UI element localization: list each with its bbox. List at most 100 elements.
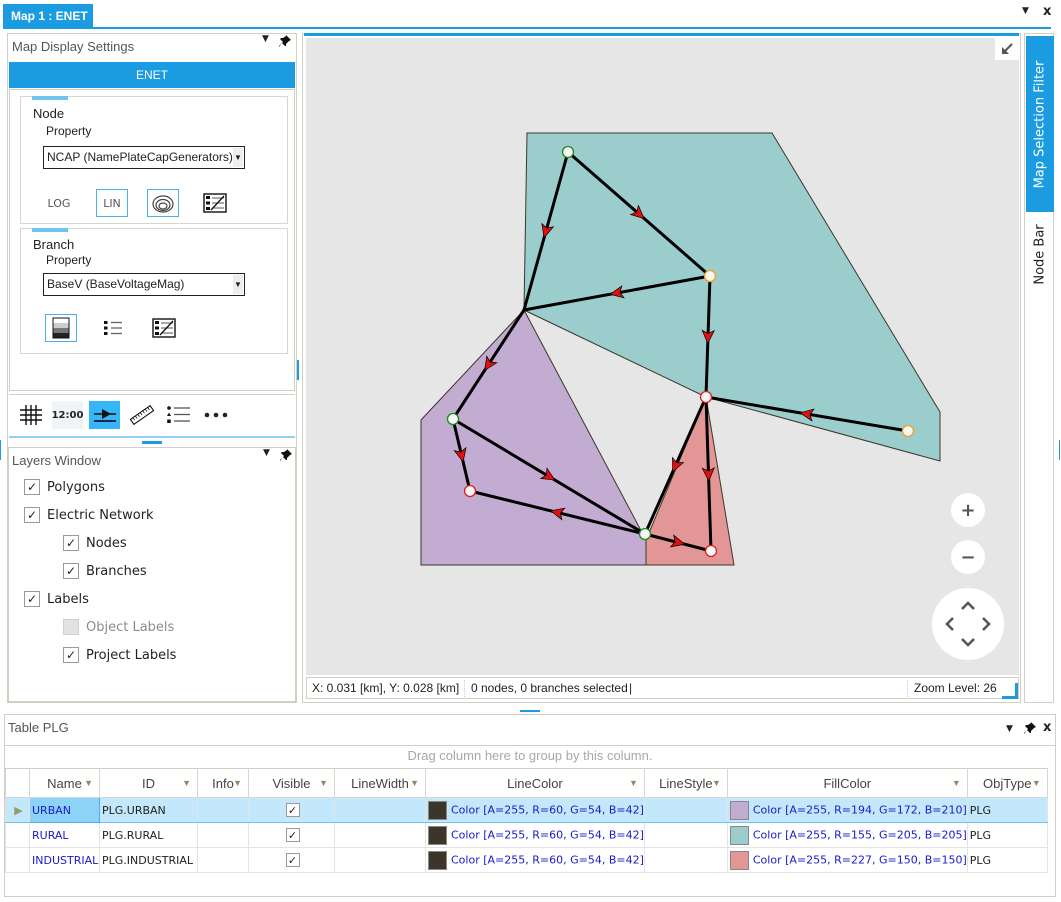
cell-id[interactable]: PLG.URBAN bbox=[99, 797, 198, 823]
legend-button[interactable] bbox=[163, 401, 194, 429]
zoom-out-button[interactable]: − bbox=[951, 540, 985, 574]
document-tab-map1[interactable]: Map 1 : ENET bbox=[3, 4, 93, 28]
horizontal-splitter-grip[interactable] bbox=[142, 441, 162, 444]
network-node[interactable] bbox=[703, 269, 717, 283]
row-indicator[interactable]: ▶ bbox=[5, 797, 30, 823]
cell-info[interactable] bbox=[197, 822, 249, 848]
visible-checkbox[interactable]: ✓ bbox=[285, 803, 300, 817]
tab-node-bar[interactable]: Node Bar bbox=[1026, 214, 1054, 294]
node-property-dropdown[interactable]: NCAP (NamePlateCapGenerators) ▼ bbox=[43, 146, 245, 169]
column-header-visible[interactable]: Visible ▼ bbox=[248, 768, 335, 798]
cell-id[interactable]: PLG.RURAL bbox=[99, 822, 198, 848]
cell-name[interactable]: URBAN bbox=[29, 797, 100, 823]
cell-line-color[interactable]: Color [A=255, R=60, G=54, B=42] bbox=[425, 847, 645, 873]
cell-fill-color[interactable]: Color [A=255, R=194, G=172, B=210] bbox=[726, 797, 968, 823]
network-node[interactable] bbox=[638, 527, 652, 541]
resize-grip[interactable] bbox=[1002, 683, 1018, 699]
cell-id[interactable]: PLG.INDUSTRIAL bbox=[99, 847, 198, 873]
table-row[interactable]: INDUSTRIAL PLG.INDUSTRIAL ✓ Color [A=255, R… bbox=[5, 847, 1048, 873]
map-canvas[interactable] bbox=[306, 38, 1019, 675]
horizontal-splitter-grip[interactable] bbox=[520, 710, 540, 712]
close-icon[interactable]: x bbox=[1043, 720, 1051, 735]
cell-visible[interactable]: ✓ bbox=[248, 822, 335, 848]
cell-line-color[interactable]: Color [A=255, R=60, G=54, B=42] bbox=[425, 797, 645, 823]
cell-name[interactable]: RURAL bbox=[29, 822, 100, 848]
layer-item[interactable]: ✓ Labels bbox=[24, 591, 89, 607]
cell-fill-color[interactable]: Color [A=255, R=227, G=150, B=150] bbox=[726, 847, 968, 873]
filter-icon[interactable]: ▼ bbox=[233, 778, 242, 788]
layer-checkbox[interactable]: ✓ bbox=[63, 647, 79, 663]
panel-menu-icon[interactable]: ▼ bbox=[262, 34, 269, 44]
cell-line-style[interactable] bbox=[643, 822, 728, 848]
filter-icon[interactable]: ▼ bbox=[712, 778, 721, 788]
polygon-industrial[interactable] bbox=[645, 395, 735, 566]
column-header-linestyle[interactable]: LineStyle ▼ bbox=[643, 768, 728, 798]
cell-line-color[interactable]: Color [A=255, R=60, G=54, B=42] bbox=[425, 822, 645, 848]
layer-checkbox[interactable]: ✓ bbox=[63, 535, 79, 551]
polygon-rural[interactable] bbox=[523, 132, 941, 462]
layer-item[interactable]: ✓ Nodes bbox=[63, 535, 127, 551]
pin-icon[interactable] bbox=[279, 448, 293, 465]
column-header-name[interactable]: Name ▼ bbox=[29, 768, 100, 798]
cell-visible[interactable]: ✓ bbox=[248, 847, 335, 873]
cell-line-width[interactable] bbox=[334, 847, 426, 873]
network-map[interactable] bbox=[306, 38, 1019, 675]
cell-visible[interactable]: ✓ bbox=[248, 797, 335, 823]
list-legend-button[interactable] bbox=[97, 314, 129, 342]
group-by-drop-zone[interactable]: Drag column here to group by this column… bbox=[5, 748, 1055, 763]
layer-checkbox[interactable]: ✓ bbox=[63, 563, 79, 579]
column-header-linewidth[interactable]: LineWidth ▼ bbox=[334, 768, 426, 798]
visible-checkbox[interactable]: ✓ bbox=[285, 853, 300, 867]
row-indicator[interactable] bbox=[5, 822, 30, 848]
cell-name[interactable]: INDUSTRIAL bbox=[29, 847, 100, 873]
network-node[interactable] bbox=[561, 145, 575, 159]
vertical-splitter-grip[interactable] bbox=[297, 360, 299, 380]
column-header-info[interactable]: Info ▼ bbox=[197, 768, 249, 798]
layer-checkbox[interactable]: ✓ bbox=[24, 507, 40, 523]
ruler-button[interactable] bbox=[126, 401, 157, 429]
filter-icon[interactable]: ▼ bbox=[182, 778, 191, 788]
flow-direction-button[interactable] bbox=[89, 401, 120, 429]
layer-item[interactable]: Object Labels bbox=[63, 619, 174, 635]
cell-info[interactable] bbox=[197, 847, 249, 873]
pan-right-icon[interactable] bbox=[982, 617, 991, 631]
table-row[interactable]: RURAL PLG.RURAL ✓ Color [A=255, R=60, G=54,… bbox=[5, 822, 1048, 848]
document-menu-icon[interactable]: ▼ bbox=[1022, 6, 1029, 16]
network-node[interactable] bbox=[463, 484, 477, 498]
column-header-fillcolor[interactable]: FillColor ▼ bbox=[726, 768, 968, 798]
pan-up-icon[interactable] bbox=[961, 601, 975, 610]
column-header-objtype[interactable]: ObjType ▼ bbox=[966, 768, 1048, 798]
layer-item[interactable]: ✓ Branches bbox=[63, 563, 147, 579]
layer-checkbox[interactable]: ✓ bbox=[24, 591, 40, 607]
filter-icon[interactable]: ▼ bbox=[319, 778, 328, 788]
lin-scale-button[interactable]: LIN bbox=[96, 189, 128, 217]
grid-button[interactable] bbox=[15, 401, 46, 429]
branch-property-dropdown[interactable]: BaseV (BaseVoltageMag) ▼ bbox=[43, 273, 245, 296]
layer-item[interactable]: ✓ Electric Network bbox=[24, 507, 154, 523]
filter-icon[interactable]: ▼ bbox=[1032, 778, 1041, 788]
cell-fill-color[interactable]: Color [A=255, R=155, G=205, B=205] bbox=[726, 822, 968, 848]
column-header-linecolor[interactable]: LineColor ▼ bbox=[425, 768, 645, 798]
right-edge-grip[interactable] bbox=[1059, 440, 1060, 460]
row-indicator[interactable] bbox=[5, 847, 30, 873]
network-node[interactable] bbox=[704, 544, 718, 558]
document-close-icon[interactable]: x bbox=[1043, 4, 1051, 19]
pan-control[interactable] bbox=[932, 588, 1004, 660]
visible-checkbox[interactable]: ✓ bbox=[285, 828, 300, 842]
pin-icon[interactable] bbox=[278, 34, 292, 51]
panel-menu-icon[interactable]: ▼ bbox=[1006, 723, 1013, 735]
more-button[interactable] bbox=[200, 401, 231, 429]
pan-down-icon[interactable] bbox=[961, 638, 975, 647]
table-row[interactable]: ▶ URBAN PLG.URBAN ✓ Color [A=255, R=60, G=54… bbox=[5, 797, 1048, 823]
filter-icon[interactable]: ▼ bbox=[84, 778, 93, 788]
cell-obj-type[interactable]: PLG bbox=[966, 822, 1048, 848]
cell-info[interactable] bbox=[197, 797, 249, 823]
cell-line-style[interactable] bbox=[643, 847, 728, 873]
gradient-legend-button[interactable] bbox=[148, 314, 180, 342]
collapse-panel-button[interactable] bbox=[995, 38, 1019, 60]
size-rings-button[interactable] bbox=[147, 189, 179, 217]
filter-icon[interactable]: ▼ bbox=[629, 778, 638, 788]
color-ramp-button[interactable] bbox=[45, 314, 77, 342]
cell-obj-type[interactable]: PLG bbox=[966, 797, 1048, 823]
filter-icon[interactable]: ▼ bbox=[952, 778, 961, 788]
